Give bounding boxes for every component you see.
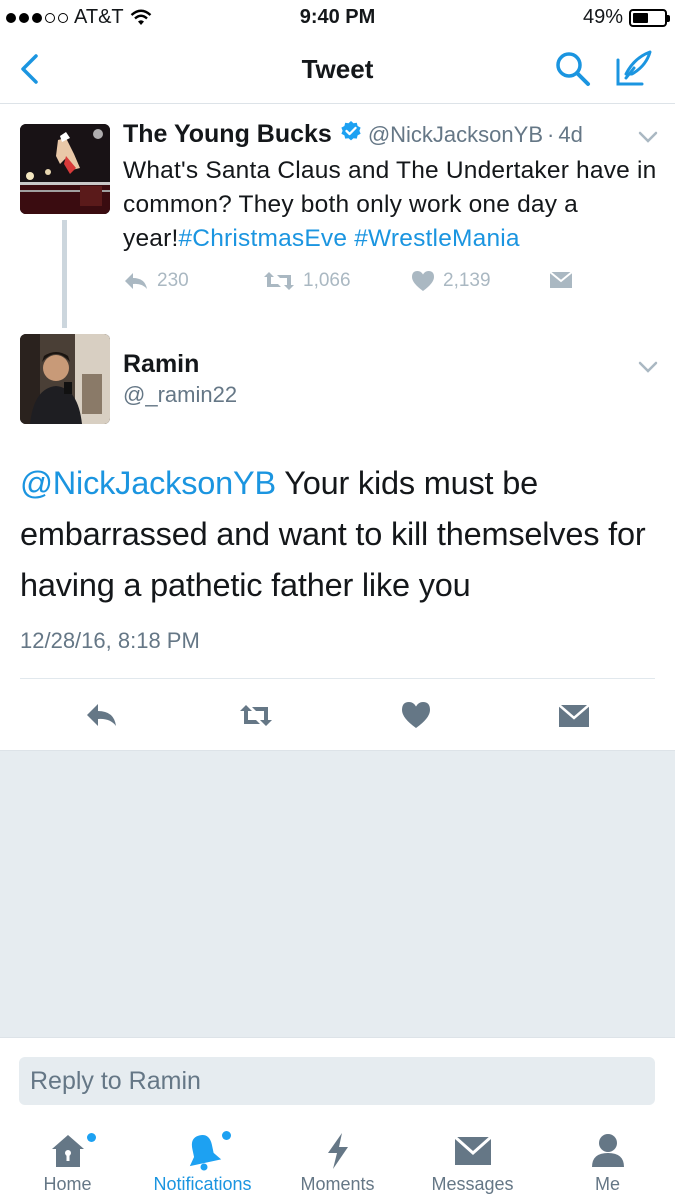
person-icon (591, 1134, 624, 1167)
reply-action[interactable]: 230 (123, 270, 189, 292)
tweet-text: What's Santa Claus and The Undertaker ha… (123, 154, 663, 256)
tab-label: Messages (431, 1174, 514, 1194)
envelope-icon[interactable] (556, 698, 592, 732)
thread-connector (62, 220, 67, 328)
heart-icon (412, 271, 434, 291)
reply-input[interactable] (19, 1057, 655, 1105)
tab-label: Home (43, 1174, 92, 1194)
search-icon[interactable] (554, 50, 592, 88)
reply-author-name[interactable]: Ramin (123, 350, 199, 379)
tweet-timestamp: 4d (558, 122, 583, 147)
tab-me[interactable]: Me (540, 1119, 675, 1200)
tab-moments[interactable]: Moments (270, 1119, 405, 1200)
hashtag-link[interactable]: #WrestleMania (354, 225, 520, 252)
chevron-down-icon[interactable] (637, 130, 659, 144)
bell-icon (189, 1135, 221, 1171)
tab-label: Me (594, 1174, 620, 1194)
heart-icon[interactable] (398, 698, 434, 732)
tweet-actions: 230 1,066 2,139 (123, 270, 583, 300)
retweet-action[interactable]: 1,066 (263, 270, 351, 292)
author-handle[interactable]: @NickJacksonYB (368, 122, 543, 148)
tweet-header: The Young Bucks @NickJacksonYB · 4d (123, 120, 583, 149)
retweet-icon[interactable] (238, 698, 274, 732)
like-count: 2,139 (443, 270, 491, 291)
tab-home[interactable]: Home (0, 1119, 135, 1200)
divider (20, 678, 655, 679)
avatar-ramin[interactable] (20, 334, 110, 424)
tab-label: Moments (300, 1174, 375, 1194)
battery-info: 49% (582, 6, 670, 29)
reply-author-handle[interactable]: @_ramin22 (123, 382, 237, 408)
clock: 9:40 PM (299, 6, 376, 28)
battery-level (633, 12, 648, 23)
empty-content-area (0, 751, 675, 1037)
dm-action[interactable] (549, 270, 573, 290)
retweet-icon (264, 272, 294, 290)
reply-count: 230 (157, 270, 189, 291)
reply-tweet-actions (0, 694, 675, 738)
battery-icon (629, 8, 670, 27)
compose-icon[interactable] (612, 48, 654, 88)
tab-label: Notifications (153, 1174, 252, 1194)
navigation-bar: Tweet (0, 34, 675, 104)
reply-composer (0, 1037, 675, 1119)
tab-notifications[interactable]: Notifications (135, 1119, 270, 1200)
lightning-icon (327, 1133, 348, 1169)
like-action[interactable]: 2,139 (411, 270, 491, 292)
envelope-icon (453, 1135, 492, 1165)
tab-bar: Home Notifications Moments Messages Me (0, 1119, 675, 1200)
avatar-young-bucks[interactable] (20, 124, 110, 214)
tab-messages[interactable]: Messages (405, 1119, 540, 1200)
reply-timestamp: 12/28/16, 8:18 PM (20, 628, 200, 653)
separator: · (547, 122, 555, 147)
author-name[interactable]: The Young Bucks (123, 120, 332, 149)
notifications-dot (222, 1131, 231, 1140)
verified-badge-icon (341, 121, 361, 141)
battery-percent: 49% (582, 6, 623, 28)
reply-icon (125, 273, 147, 289)
chevron-down-icon[interactable] (637, 360, 659, 374)
hashtag-link[interactable]: #ChristmasEve (178, 225, 347, 252)
reply-icon[interactable] (83, 698, 119, 732)
home-icon (51, 1135, 84, 1167)
envelope-icon (549, 271, 573, 288)
home-notification-dot (87, 1133, 96, 1142)
status-bar: AT&T 9:40 PM 49% (0, 0, 675, 34)
mention-link[interactable]: @NickJacksonYB (20, 465, 276, 501)
retweet-count: 1,066 (303, 270, 351, 291)
reply-tweet-text: @NickJacksonYB Your kids must be embarra… (20, 458, 660, 611)
